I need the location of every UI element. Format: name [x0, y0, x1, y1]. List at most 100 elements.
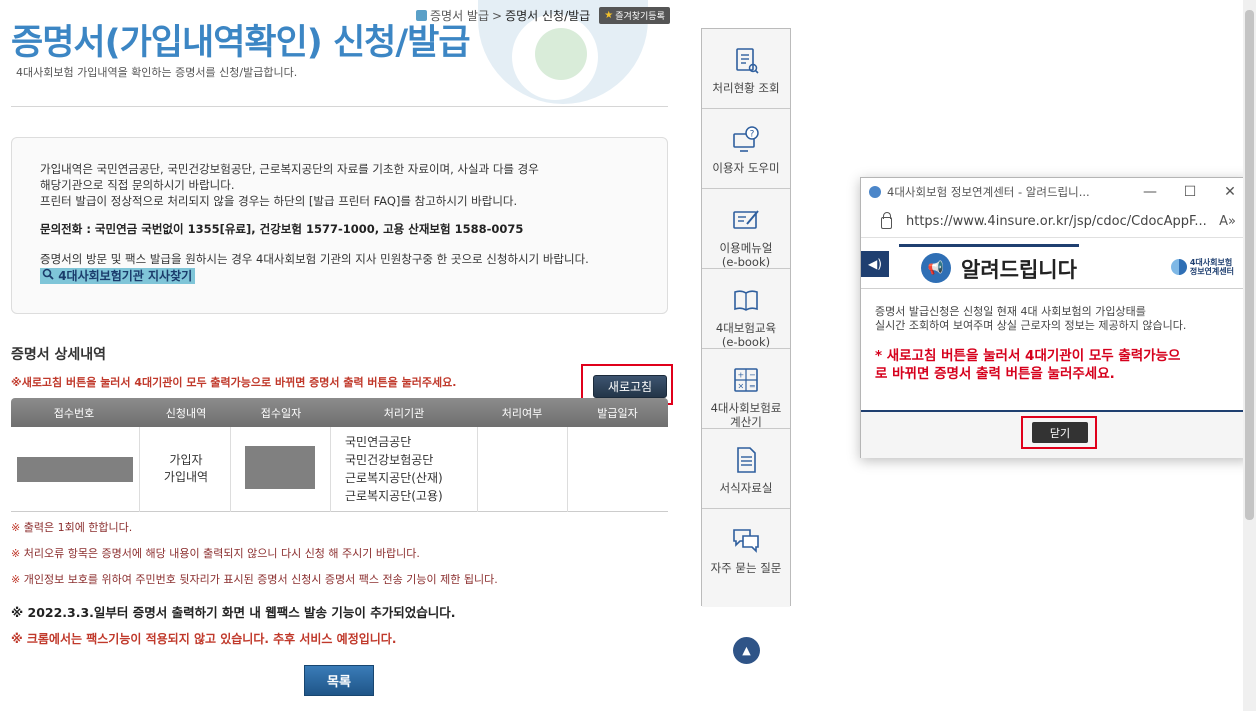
info-line: 해당기관으로 직접 문의하시기 바랍니다.: [40, 178, 235, 192]
page-title: 증명서(가입내역확인) 신청/발급: [11, 23, 471, 63]
svg-text:+: +: [738, 371, 745, 380]
read-aloud-icon[interactable]: A»: [1219, 214, 1236, 229]
breadcrumb: 증명서 발급 > 증명서 신청/발급 ★ 즐겨찾기등록: [416, 7, 670, 24]
add-favorite-label: 즐겨찾기등록: [615, 12, 665, 22]
column-header: 처리기관: [383, 406, 425, 420]
svg-text:×: ×: [738, 382, 745, 391]
header-divider: [11, 106, 668, 107]
popup-window-title: 4대사회보험 정보연계센터 - 알려드립니...: [887, 185, 1090, 199]
quick-menu-item-calculator[interactable]: + − × = 4대사회보험료 계산기: [702, 349, 790, 429]
popup-heading: 알려드립니다: [961, 258, 1077, 282]
svg-text:?: ?: [750, 130, 755, 140]
breadcrumb-item-current: 증명서 신청/발급: [505, 9, 591, 23]
agency-name: 근로복지공단(산재): [345, 471, 443, 485]
breadcrumb-item-certificate[interactable]: 증명서 발급: [430, 7, 489, 24]
notes-list: ※ 출력은 1회에 한합니다. ※ 처리오류 항목은 증명서에 해당 내용이 출…: [11, 520, 498, 598]
quick-menu-label: 자주 묻는 질문: [710, 561, 782, 575]
table-header: 접수번호 신청내역 접수일자 처리기관 처리여부 발급일자: [11, 398, 668, 427]
quick-menu-label: 서식자료실: [719, 481, 773, 495]
quick-menu-label: 이용메뉴얼 (e-book): [719, 241, 773, 269]
agency-name: 국민연금공단: [345, 435, 412, 449]
scrollbar-thumb[interactable]: [1245, 10, 1254, 520]
note-mark: ※: [11, 521, 21, 534]
application-type-line: 가입자: [169, 453, 203, 467]
lock-icon: [881, 212, 892, 229]
address-bar[interactable]: https://www.4insure.or.kr/jsp/cdoc/CdocA…: [861, 206, 1250, 238]
info-line: 가입내역은 국민연금공단, 국민건강보험공단, 근로복지공단의 자료를 기초한 …: [40, 162, 539, 176]
header-accent-line: [899, 244, 1079, 247]
popup-warning-text: * 새로고침 버튼을 눌러서 4대기관이 모두 출력가능으 로 바뀌면 증명서 …: [875, 348, 1181, 382]
column-header: 신청내역: [165, 406, 207, 420]
quick-menu-item-faq[interactable]: 자주 묻는 질문: [702, 509, 790, 607]
quick-menu-item-education[interactable]: 4대보험교육 (e-book): [702, 269, 790, 349]
table-row: 가입자 가입내역 국민연금공단 국민건강보험공단 근로복지공단(산재) 근로복지…: [11, 427, 668, 512]
agency-name: 국민건강보험공단: [345, 453, 434, 467]
svg-text:−: −: [749, 371, 756, 380]
breadcrumb-separator: >: [492, 8, 503, 23]
popup-info-text: 증명서 발급신청은 신청일 현재 4대 사회보험의 가입상태를 실시간 조회하여…: [875, 305, 1187, 332]
note-item: ※ 처리오류 항목은 증명서에 해당 내용이 출력되지 않으니 다시 신청 해 …: [11, 546, 498, 572]
application-type-cell: 가입자 가입내역: [141, 452, 231, 486]
agency-name: 근로복지공단(고용): [345, 489, 443, 503]
popup-body: 증명서 발급신청은 신청일 현재 4대 사회보험의 가입상태를 실시간 조회하여…: [861, 288, 1250, 410]
popup-header: ◀) 📢 알려드립니다 4대사회보험 정보연계센터: [861, 244, 1250, 288]
info-box: 가입내역은 국민연금공단, 국민건강보험공단, 근로복지공단의 자료를 기초한 …: [11, 137, 668, 314]
star-icon: ★: [604, 10, 614, 21]
header-decoration-core: [535, 28, 587, 80]
quick-menu-item-forms[interactable]: 서식자료실: [702, 429, 790, 509]
calculator-icon: + − × =: [731, 365, 761, 395]
quick-menu-item-manual[interactable]: 이용메뉴얼 (e-book): [702, 189, 790, 269]
contact-phone-info: 문의전화 : 국민연금 국번없이 1355[유료], 건강보험 1577-100…: [40, 222, 524, 236]
column-divider: [477, 427, 478, 512]
note-item: ※ 출력은 1회에 한합니다.: [11, 520, 498, 546]
agency-cell: 국민연금공단 국민건강보험공단 근로복지공단(산재) 근로복지공단(고용): [345, 433, 443, 505]
home-icon[interactable]: [416, 10, 427, 21]
quick-menu-label: 4대사회보험료 계산기: [710, 401, 782, 429]
svg-text:=: =: [749, 382, 756, 391]
quick-menu-label: 이용자 도우미: [712, 161, 780, 175]
maximize-icon[interactable]: ☐: [1170, 178, 1210, 206]
speaker-icon[interactable]: ◀): [861, 251, 889, 277]
webfax-notice: ※ 2022.3.3.일부터 증명서 출력하기 화면 내 웹팩스 발송 기능이 …: [11, 605, 456, 620]
note-text: 처리오류 항목은 증명서에 해당 내용이 출력되지 않으니 다시 신청 해 주시…: [23, 547, 420, 560]
pencil-manual-icon: [731, 205, 761, 235]
close-highlight-box: [1021, 416, 1097, 449]
visit-info: 증명서의 방문 및 팩스 발급을 원하시는 경우 4대사회보험 기관의 지사 민…: [40, 252, 589, 266]
list-button[interactable]: 목록: [304, 665, 374, 696]
quick-menu-item-helper[interactable]: ? 이용자 도우미: [702, 109, 790, 189]
column-header: 발급일자: [597, 406, 638, 420]
page: 증명서(가입내역확인) 신청/발급 4대사회보험 가입내역을 확인하는 증명서를…: [0, 0, 1256, 711]
open-book-icon: [731, 285, 761, 315]
chevron-up-icon: ▲: [742, 644, 751, 657]
url-text: https://www.4insure.or.kr/jsp/cdoc/CdocA…: [906, 214, 1207, 229]
note-mark: ※: [11, 547, 21, 560]
column-divider: [330, 427, 331, 512]
branch-finder-link[interactable]: 4대사회보험기관 지사찾기: [40, 268, 196, 284]
column-header: 접수일자: [260, 406, 302, 420]
detail-section-title: 증명서 상세내역: [11, 347, 107, 363]
page-scrollbar[interactable]: [1243, 0, 1256, 711]
column-header: 처리여부: [501, 406, 543, 420]
refresh-notice: ※새로고침 버튼을 눌러서 4대기관이 모두 출력가능으로 바뀌면 증명서 출력…: [11, 376, 457, 389]
chrome-fax-notice: ※ 크롬에서는 팩스기능이 적용되지 않고 있습니다. 추후 서비스 예정입니다…: [11, 632, 397, 646]
quick-menu: 처리현황 조회 ? 이용자 도우미 이용메뉴얼 (e-book) 4대보험교육 …: [701, 28, 791, 607]
column-header: 접수번호: [53, 406, 95, 420]
quick-menu-item-status[interactable]: 처리현황 조회: [702, 29, 790, 109]
info-line: 프린터 발급이 정상적으로 처리되지 않을 경우는 하단의 [발급 프린터 FA…: [40, 194, 518, 208]
chat-bubble-icon: [731, 525, 761, 555]
scroll-top-button[interactable]: ▲: [733, 637, 760, 664]
note-item: ※ 개인정보 보호를 위하여 주민번호 뒷자리가 표시된 증명서 신청시 증명서…: [11, 572, 498, 598]
page-subtitle: 4대사회보험 가입내역을 확인하는 증명서를 신청/발급합니다.: [16, 66, 298, 79]
branch-finder-label: 4대사회보험기관 지사찾기: [58, 269, 193, 283]
application-type-line: 가입내역: [163, 470, 209, 484]
quick-menu-label: 처리현황 조회: [712, 81, 780, 95]
minimize-icon[interactable]: —: [1130, 178, 1170, 206]
org-logo-text: 4대사회보험 정보연계센터: [1189, 258, 1234, 276]
popup-titlebar[interactable]: 4대사회보험 정보연계센터 - 알려드립니... — ☐ ✕: [861, 178, 1250, 206]
note-mark: ※: [11, 573, 21, 586]
note-text: 개인정보 보호를 위하여 주민번호 뒷자리가 표시된 증명서 신청시 증명서 팩…: [23, 573, 498, 586]
redacted-receipt-number: [17, 457, 133, 482]
add-favorite-button[interactable]: ★ 즐겨찾기등록: [599, 7, 670, 24]
clipboard-search-icon: [731, 45, 761, 75]
quick-menu-label: 4대보험교육 (e-book): [715, 321, 777, 349]
